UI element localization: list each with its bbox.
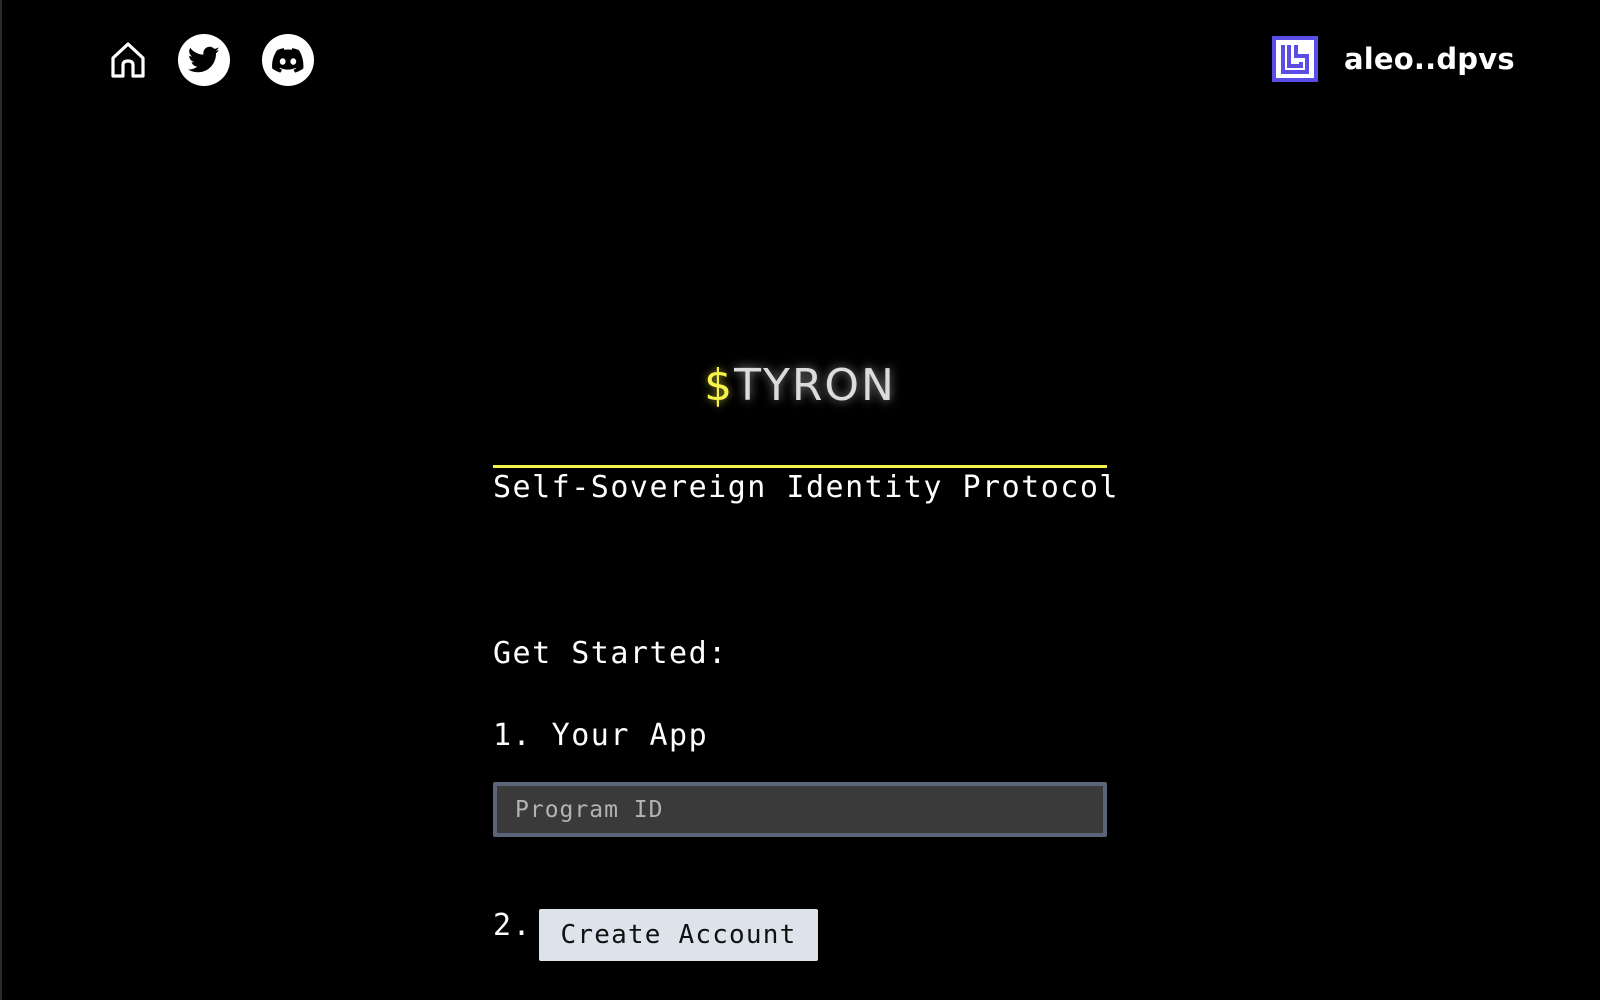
tagline-divider bbox=[493, 465, 1107, 468]
window-edge bbox=[0, 0, 2, 1000]
step1-label: 1. Your App bbox=[493, 718, 709, 753]
get-started-heading: Get Started: bbox=[493, 636, 728, 671]
step2-number: 2. bbox=[493, 908, 533, 943]
brand-logo: $TYRON bbox=[493, 360, 1107, 411]
brand-symbol: $ bbox=[704, 360, 735, 411]
wallet-address: aleo..dpvs bbox=[1344, 42, 1515, 76]
wallet-button[interactable]: aleo..dpvs bbox=[1272, 34, 1515, 84]
tagline: Self-Sovereign Identity Protocol bbox=[493, 470, 1119, 505]
program-id-input[interactable] bbox=[493, 782, 1107, 837]
discord-icon[interactable] bbox=[262, 34, 314, 86]
leo-wallet-icon bbox=[1272, 36, 1318, 82]
brand-name: TYRON bbox=[734, 360, 896, 411]
top-bar: aleo..dpvs bbox=[0, 0, 1600, 120]
twitter-icon[interactable] bbox=[178, 34, 230, 86]
home-icon[interactable] bbox=[110, 40, 146, 80]
create-account-button[interactable]: Create Account bbox=[539, 909, 818, 961]
